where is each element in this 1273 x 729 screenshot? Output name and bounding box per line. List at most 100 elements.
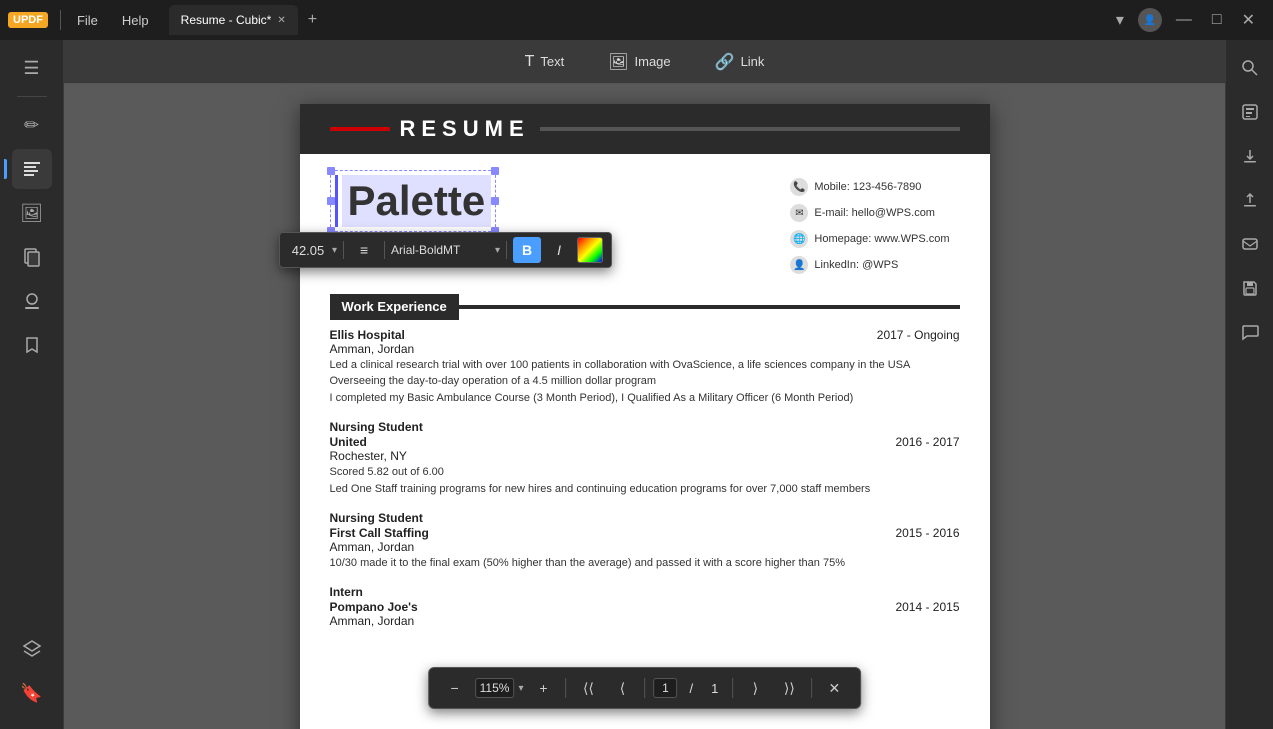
zoom-dropdown-arrow[interactable]: ▾ (518, 683, 523, 694)
person-name[interactable]: Palette (342, 175, 492, 227)
align-button[interactable]: ≡ (350, 237, 378, 263)
minimize-button[interactable]: — (1170, 9, 1198, 31)
bn-divider-2 (644, 678, 645, 698)
entry-2-bullet-1: Scored 5.82 out of 6.00 (330, 465, 960, 480)
right-sidebar-ocr[interactable] (1230, 92, 1270, 132)
entry-3-header: First Call Staffing 2015 - 2016 (330, 526, 960, 540)
sidebar-divider-1 (17, 96, 47, 97)
ft-divider-3 (506, 241, 507, 259)
resume-title-bar: RESUME (330, 116, 960, 142)
sidebar-icon-stamp[interactable] (12, 281, 52, 321)
tab-label: Resume - Cubic* (181, 13, 272, 27)
resume-title: RESUME (400, 116, 530, 142)
maximize-button[interactable]: □ (1206, 9, 1228, 31)
sidebar-icon-bookmark[interactable] (12, 325, 52, 365)
text-icon: T (525, 53, 535, 71)
bn-divider-4 (811, 678, 812, 698)
dropdown-button[interactable]: ▾ (1110, 8, 1130, 32)
sidebar-icon-layers[interactable] (12, 629, 52, 669)
window-controls: ▾ 👤 — □ ✕ (1110, 8, 1265, 32)
page-current-input[interactable] (653, 678, 677, 698)
title-divider-1 (60, 10, 61, 30)
entry-2-header: United 2016 - 2017 (330, 435, 960, 449)
right-sidebar-save[interactable] (1230, 268, 1270, 308)
toolbar-link[interactable]: 🔗 Link (705, 48, 775, 76)
entry-1-header: Ellis Hospital 2017 - Ongoing (330, 328, 960, 342)
color-picker-button[interactable] (577, 237, 603, 263)
right-sidebar-chat[interactable] (1230, 312, 1270, 352)
font-name-arrow[interactable]: ▾ (495, 245, 500, 256)
right-sidebar-search[interactable] (1230, 48, 1270, 88)
entry-1-location: Amman, Jordan (330, 342, 960, 356)
toolbar-text[interactable]: T Text (515, 49, 575, 75)
font-size-value[interactable]: 42.05 (288, 243, 328, 258)
sidebar-icon-menu[interactable]: ☰ (12, 48, 52, 88)
pdf-container[interactable]: 42.05 ▾ ≡ Arial-BoldMT ▾ B I (64, 84, 1225, 729)
floating-toolbar: 42.05 ▾ ≡ Arial-BoldMT ▾ B I (279, 232, 612, 268)
text-selection-box[interactable]: Palette (330, 170, 497, 232)
sidebar-bottom: 🔖 (12, 629, 52, 721)
ft-divider-1 (343, 241, 344, 259)
handle-tl[interactable] (327, 167, 335, 175)
work-entry-3: Nursing Student First Call Staffing 2015… (330, 511, 960, 571)
bold-button[interactable]: B (513, 237, 541, 263)
entry-4-title: Intern (330, 585, 960, 599)
tab-close-button[interactable]: ✕ (277, 15, 285, 26)
right-sidebar-download[interactable] (1230, 136, 1270, 176)
sidebar-icon-bookmark2[interactable]: 🔖 (12, 673, 52, 713)
link-label: Link (741, 54, 765, 69)
nav-last-button[interactable]: ⟩⟩ (775, 674, 803, 702)
handle-tr[interactable] (491, 167, 499, 175)
title-bar: UPDF File Help Resume - Cubic* ✕ + ▾ 👤 —… (0, 0, 1273, 40)
nav-first-button[interactable]: ⟨⟨ (574, 674, 602, 702)
phone-icon: 📞 (790, 178, 808, 196)
text-label: Text (540, 54, 564, 69)
nav-close-button[interactable]: ✕ (820, 674, 848, 702)
work-entries: Ellis Hospital 2017 - Ongoing Amman, Jor… (300, 328, 990, 628)
tab-add-button[interactable]: + (300, 9, 325, 31)
user-avatar[interactable]: 👤 (1138, 8, 1162, 32)
globe-icon: 🌐 (790, 230, 808, 248)
tab-area: Resume - Cubic* ✕ + (165, 5, 1102, 35)
sidebar-icon-edit[interactable]: ✏ (12, 105, 52, 145)
center-area: T Text 🖼 Image 🔗 Link 42.05 ▾ ≡ (64, 40, 1225, 729)
menu-file[interactable]: File (69, 9, 106, 32)
sidebar-icon-text[interactable] (12, 149, 52, 189)
section-header-line (459, 305, 960, 309)
menu-help[interactable]: Help (114, 9, 157, 32)
handle-mr[interactable] (491, 197, 499, 205)
entry-3-dates: 2015 - 2016 (895, 526, 959, 540)
nav-prev-button[interactable]: ⟨ (608, 674, 636, 702)
linkedin-icon: 👤 (790, 256, 808, 274)
close-window-button[interactable]: ✕ (1236, 8, 1261, 32)
right-sidebar-email[interactable] (1230, 224, 1270, 264)
work-entry-4: Intern Pompano Joe's 2014 - 2015 Amman, … (330, 585, 960, 628)
entry-1-bullet-2: Overseeing the day-to-day operation of a… (330, 374, 960, 389)
pdf-page: RESUME (300, 104, 990, 729)
work-entry-1: Ellis Hospital 2017 - Ongoing Amman, Jor… (330, 328, 960, 406)
toolbar-image[interactable]: 🖼 Image (598, 48, 680, 76)
zoom-area: 115% ▾ (475, 678, 524, 698)
entry-4-location: Amman, Jordan (330, 614, 960, 628)
app-logo[interactable]: UPDF (8, 12, 48, 28)
left-sidebar: ☰ ✏ 🖼 (0, 40, 64, 729)
zoom-out-button[interactable]: − (441, 674, 469, 702)
nav-next-button[interactable]: ⟩ (741, 674, 769, 702)
resume-right-line (540, 127, 960, 131)
tab-resume[interactable]: Resume - Cubic* ✕ (169, 5, 298, 35)
contact-email: ✉ E-mail: hello@WPS.com (790, 204, 949, 222)
sidebar-icon-pages[interactable] (12, 237, 52, 277)
image-icon: 🖼 (608, 52, 628, 72)
zoom-in-button[interactable]: + (529, 674, 557, 702)
entry-2-bullet-2: Led One Staff training programs for new … (330, 482, 960, 497)
entry-2-location: Rochester, NY (330, 449, 960, 463)
work-experience-header: Work Experience (300, 294, 990, 320)
zoom-value[interactable]: 115% (475, 678, 515, 698)
font-name-dropdown[interactable]: Arial-BoldMT (391, 243, 491, 257)
content-area: 42.05 ▾ ≡ Arial-BoldMT ▾ B I (64, 84, 1225, 729)
handle-ml[interactable] (327, 197, 335, 205)
right-sidebar-upload[interactable] (1230, 180, 1270, 220)
sidebar-icon-image[interactable]: 🖼 (12, 193, 52, 233)
font-size-dropdown[interactable]: ▾ (332, 245, 337, 256)
italic-button[interactable]: I (545, 237, 573, 263)
